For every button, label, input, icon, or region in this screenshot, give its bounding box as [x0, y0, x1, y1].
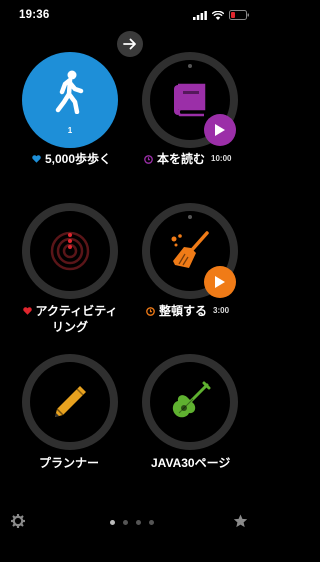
play-icon: [215, 124, 225, 136]
broom-icon: [171, 231, 209, 268]
star-icon[interactable]: [233, 514, 248, 528]
walk-label-text: 5,000歩歩く: [45, 152, 112, 166]
planner-label-text: プランナー: [39, 456, 100, 470]
tidy-up-label-text: 整頓する: [159, 304, 208, 318]
book-icon: [174, 83, 206, 117]
tidy-up-label: 整頓する 3:00: [146, 303, 229, 319]
wifi-icon: [212, 10, 224, 20]
radar-icon: [50, 231, 90, 271]
activity-label-line1: アクティビティ: [35, 304, 118, 318]
play-icon: [215, 276, 225, 288]
status-icons: [193, 10, 250, 20]
read-book-time: 10:00: [211, 154, 232, 163]
play-button-tidy-up[interactable]: [204, 266, 236, 298]
signal-icon: [193, 10, 207, 20]
habit-tile-java[interactable]: [142, 354, 238, 450]
walk-label: 5,000歩歩く: [32, 151, 111, 167]
battery-icon: [229, 10, 249, 20]
page-indicator: [110, 520, 154, 525]
walk-count: 1: [67, 126, 73, 135]
page-dot-1[interactable]: [110, 520, 115, 525]
habit-tile-walk[interactable]: 1: [22, 52, 118, 148]
timer-icon: [146, 306, 155, 316]
progress-start-dot: [188, 215, 192, 219]
habit-tile-planner[interactable]: [22, 354, 118, 450]
java-label: JAVA30ページ: [151, 455, 230, 471]
page-dot-3[interactable]: [136, 520, 141, 525]
habit-tile-activity[interactable]: [22, 203, 118, 299]
status-bar: 19:36: [0, 0, 260, 34]
tidy-up-time: 3:00: [213, 306, 230, 315]
activity-label: アクティビティ リング: [20, 303, 120, 335]
play-button-read-book[interactable]: [204, 114, 236, 146]
read-book-label-text: 本を読む: [157, 152, 206, 166]
next-page-button[interactable]: [117, 31, 143, 57]
page-dot-4[interactable]: [149, 520, 154, 525]
activity-label-line2: リング: [51, 320, 88, 334]
progress-start-dot: [188, 64, 192, 68]
heart-icon: [22, 307, 32, 315]
status-time: 19:36: [19, 9, 50, 21]
page-dot-2[interactable]: [123, 520, 128, 525]
read-book-label: 本を読む 10:00: [144, 151, 231, 167]
planner-label: プランナー: [39, 455, 99, 471]
java-label-text: JAVA30ページ: [151, 456, 231, 470]
guitar-icon: [172, 381, 211, 418]
pencil-icon: [55, 386, 86, 417]
timer-icon: [144, 154, 153, 164]
arrow-right-icon: [123, 38, 136, 50]
heart-icon: [32, 155, 41, 163]
gear-icon[interactable]: [11, 514, 25, 528]
walking-person-icon: [55, 70, 84, 115]
